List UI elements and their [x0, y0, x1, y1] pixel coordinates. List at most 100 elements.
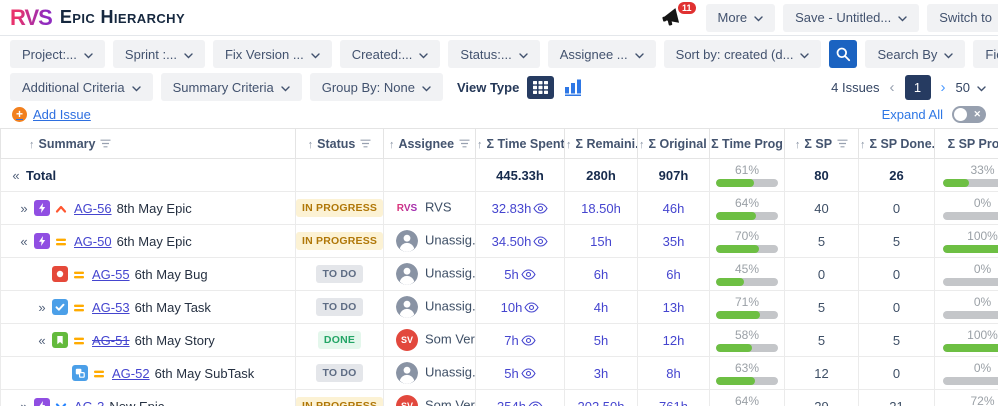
summary-cell: »AG-568th May Epic — [1, 192, 296, 225]
toggle-x-icon: ✕ — [973, 109, 981, 120]
chevron-down-icon — [635, 47, 644, 62]
column-header-time-spent[interactable]: ↑Σ Time Spent... — [476, 129, 565, 159]
priority-medium-icon — [72, 301, 86, 315]
criteria-bar: Additional Criteria Summary Criteria Group… — [0, 71, 998, 103]
add-issue-link[interactable]: + Add Issue — [12, 107, 91, 122]
time-progress-cell: 61% — [710, 159, 785, 192]
progress-bar — [716, 344, 778, 352]
column-header-remaini[interactable]: ↑Σ Remaini... — [565, 129, 638, 159]
sort-icon[interactable]: ↑ — [795, 139, 801, 151]
filter-fix-version[interactable]: Fix Version ... — [213, 40, 332, 68]
filter-status[interactable]: Status:... — [448, 40, 539, 68]
expander-icon[interactable]: « — [17, 234, 31, 249]
sort-icon[interactable]: ↑ — [477, 139, 483, 151]
time-progress-cell: 70% — [710, 225, 785, 258]
column-header-summary[interactable]: ↑Summary — [1, 129, 296, 159]
watch-icon[interactable] — [524, 300, 539, 315]
issue-summary: 6th May Bug — [135, 267, 208, 282]
time-progress-cell: 63% — [710, 357, 785, 390]
expand-all-toggle[interactable]: ✕ — [952, 106, 986, 123]
filter-sort-by-created-d[interactable]: Sort by: created (d... — [664, 40, 822, 68]
time-progress-cell: 45% — [710, 258, 785, 291]
prev-page-icon[interactable]: ‹ — [890, 80, 895, 95]
issue-key-link[interactable]: AG-53 — [92, 300, 130, 315]
expander-icon[interactable]: « — [35, 333, 49, 348]
fields-dropdown[interactable]: Fields — [973, 40, 998, 68]
watch-icon[interactable] — [533, 234, 548, 249]
assignee-name: Som Ver. — [425, 397, 476, 406]
column-header-status[interactable]: ↑Status — [296, 129, 384, 159]
filter-icon — [459, 139, 470, 148]
sort-icon[interactable]: ↑ — [566, 139, 572, 151]
bar-chart-icon — [564, 78, 584, 96]
time-spent-cell: 34.50h — [476, 225, 565, 258]
current-page[interactable]: 1 — [905, 75, 931, 100]
page-size-dropdown[interactable]: 50 — [956, 80, 986, 95]
more-button[interactable]: More — [706, 4, 776, 32]
issue-key-link[interactable]: AG-55 — [92, 267, 130, 282]
avatar: SV — [396, 395, 418, 406]
expander-icon[interactable]: » — [17, 201, 31, 216]
issue-key-link[interactable]: AG-52 — [112, 366, 150, 381]
next-page-icon[interactable]: › — [941, 80, 946, 95]
column-header-sp-done[interactable]: ↑Σ SP Done... — [859, 129, 935, 159]
assignee-cell: Unassig.. — [384, 225, 476, 258]
original-estimate-cell: 8h — [638, 357, 710, 390]
criteria-group-by-none[interactable]: Group By: None — [310, 73, 443, 101]
table-row: »AG-568th May EpicIN PROGRESSRVSRVS32.83… — [1, 192, 998, 225]
chevron-down-icon — [419, 47, 428, 62]
issue-key-link[interactable]: AG-51 — [92, 333, 130, 348]
filter-project[interactable]: Project:... — [10, 40, 105, 68]
expander-icon[interactable]: » — [35, 300, 49, 315]
chevron-down-icon — [800, 47, 809, 62]
save-button[interactable]: Save - Untitled... — [783, 4, 919, 32]
expander-icon[interactable]: » — [17, 399, 31, 406]
column-header-sp[interactable]: ↑Σ SP — [785, 129, 859, 159]
sp-progress-cell: 0% — [935, 357, 998, 390]
watch-icon[interactable] — [528, 399, 543, 406]
watch-icon[interactable] — [521, 333, 536, 348]
sort-icon[interactable]: ↑ — [29, 139, 35, 151]
progress-bar — [943, 212, 998, 220]
status-badge: TO DO — [316, 364, 362, 382]
issue-key-link[interactable]: AG-56 — [74, 201, 112, 216]
column-header-original[interactable]: ↑Σ Original ... — [638, 129, 710, 159]
filter-created[interactable]: Created:... — [340, 40, 441, 68]
sort-icon[interactable]: ↑ — [308, 139, 314, 151]
sort-icon[interactable]: ↑ — [389, 139, 395, 151]
filter-sprint[interactable]: Sprint :... — [113, 40, 205, 68]
criteria-summary-criteria[interactable]: Summary Criteria — [161, 73, 302, 101]
column-header-sp-prog[interactable]: Σ SP Prog... — [935, 129, 998, 159]
chart-view-button[interactable] — [564, 78, 584, 96]
expander-icon[interactable]: « — [9, 168, 23, 183]
switch-to-button[interactable]: Switch to — [927, 4, 998, 32]
sp-cell: 5 — [785, 291, 859, 324]
sp-progress-cell: 72% — [935, 390, 998, 406]
status-badge: IN PROGRESS — [296, 199, 383, 217]
assignee-name: Unassig.. — [425, 364, 476, 379]
sort-icon[interactable]: ↑ — [860, 139, 866, 151]
assignee-cell: RVSRVS — [384, 192, 476, 225]
progress-bar — [716, 245, 778, 253]
search-button[interactable] — [829, 40, 857, 68]
time-remaining-cell: 4h — [565, 291, 638, 324]
watch-icon[interactable] — [533, 201, 548, 216]
search-by-dropdown[interactable]: Search By — [865, 40, 965, 68]
issue-key-link[interactable]: AG-50 — [74, 234, 112, 249]
announcement-icon[interactable]: 11 — [660, 6, 688, 30]
assignee-name: Unassig.. — [425, 298, 476, 313]
watch-icon[interactable] — [521, 267, 536, 282]
progress-label: 64% — [735, 197, 759, 210]
grid-view-button[interactable] — [527, 76, 554, 99]
column-header-assignee[interactable]: ↑Assignee — [384, 129, 476, 159]
column-header-time-prog[interactable]: Σ Time Prog — [710, 129, 785, 159]
filter-assignee[interactable]: Assignee ... — [548, 40, 656, 68]
issue-key-link[interactable]: AG-3 — [74, 399, 104, 406]
sort-icon[interactable]: ↑ — [639, 139, 645, 151]
summary-cell: «AG-516th May Story — [1, 324, 296, 357]
watch-icon[interactable] — [521, 366, 536, 381]
progress-bar — [716, 179, 778, 187]
search-icon — [835, 46, 851, 62]
criteria-additional-criteria[interactable]: Additional Criteria — [10, 73, 153, 101]
expand-all-link[interactable]: Expand All — [882, 107, 943, 122]
